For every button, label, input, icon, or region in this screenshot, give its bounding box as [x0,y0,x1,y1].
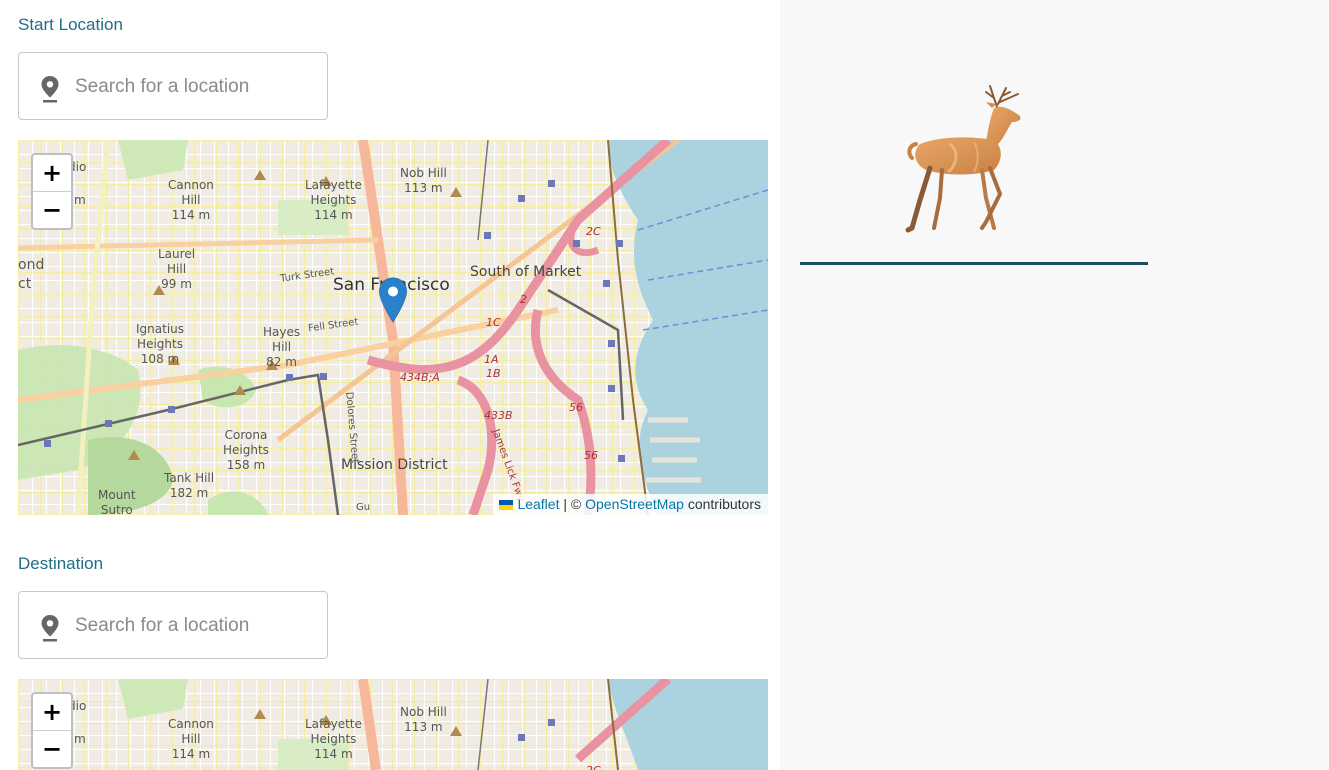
ukraine-flag-icon [499,500,514,510]
map-label-mount-sutro: Mount Sutro [98,488,136,515]
start-location-label: Start Location [18,15,123,34]
zoom-in-button[interactable]: + [33,155,71,191]
map-label-tank-hill: Tank Hill 182 m [164,471,215,500]
map-label-nob-hill: Nob Hill 113 m [400,166,447,195]
openstreetmap-link[interactable]: OpenStreetMap [585,496,684,512]
zoom-control: + − [31,153,73,230]
start-search-box[interactable] [18,52,328,120]
map-label-lafayette-heights: Lafayette Heights 114 m [305,178,362,222]
map-label-exit-1a: 1A [484,353,499,366]
deer-illustration [905,85,1021,233]
zoom-out-button[interactable]: − [33,730,71,767]
map-label-cannon-hill: Cannon Hill 114 m [168,178,214,222]
map-label-exit-56b: 56 [584,449,598,462]
map-label-south-of-market: South of Market [470,264,582,280]
map-label-exit-2c: 2C [586,763,601,770]
destination-search-input[interactable] [75,610,315,642]
map-label-exit-2c: 2C [586,225,601,238]
divider-underline [800,262,1148,265]
map-label-cannon-hill: Cannon Hill 114 m [168,717,214,761]
start-search-input[interactable] [75,71,315,103]
map-label-exit-434b: 434B;A [400,371,440,384]
left-panel: Start Location Search for a location Can… [0,0,780,770]
map-tiles[interactable] [18,679,768,770]
map-label-ignatius-heights: Ignatius Heights 108 m [136,322,185,366]
map-label-corona-heights: Corona Heights 158 m [223,428,269,472]
map-label-lafayette-heights: Lafayette Heights 114 m [305,717,362,761]
map-label-hayes-hill: Hayes Hill 82 m [263,325,301,369]
map-label-exit-1c: 1C [486,316,501,329]
map-label-exit-2: 2 [520,293,527,306]
map-marker-icon[interactable] [378,277,408,323]
map-label-exit-56a: 56 [569,401,583,414]
zoom-out-button[interactable]: − [33,191,71,228]
destination-search-box[interactable] [18,591,328,659]
map-label-exit-1b: 1B [486,367,501,380]
map-label-edge-ct: ct [18,276,32,292]
destination-map[interactable]: Cannon Hill 114 m Lafayette Heights 114 … [18,679,768,770]
map-label-nob-hill: Nob Hill 113 m [400,705,447,734]
zoom-in-button[interactable]: + [33,694,71,730]
leaflet-link[interactable]: Leaflet [517,496,559,512]
start-map[interactable]: Cannon Hill 114 m Lafayette Heights 114 … [18,140,768,515]
attribution-suffix: contributors [683,496,761,512]
map-label-exit-433b: 433B [484,409,513,422]
map-attribution: Leaflet | © OpenStreetMap contributors [493,494,768,515]
map-label-laurel-hill: Laurel Hill 99 m [158,247,196,291]
right-panel [780,0,1329,770]
map-label-edge-ond: ond [18,257,45,273]
location-pin-icon [41,76,59,103]
map-label-edge-m: m [74,732,86,746]
location-pin-icon [41,615,59,642]
map-label-edge-gu: Gu [356,502,371,513]
attribution-separator: | © [559,496,586,512]
map-label-edge-m: m [74,193,86,207]
zoom-control: + − [31,692,73,769]
destination-label: Destination [18,554,104,573]
